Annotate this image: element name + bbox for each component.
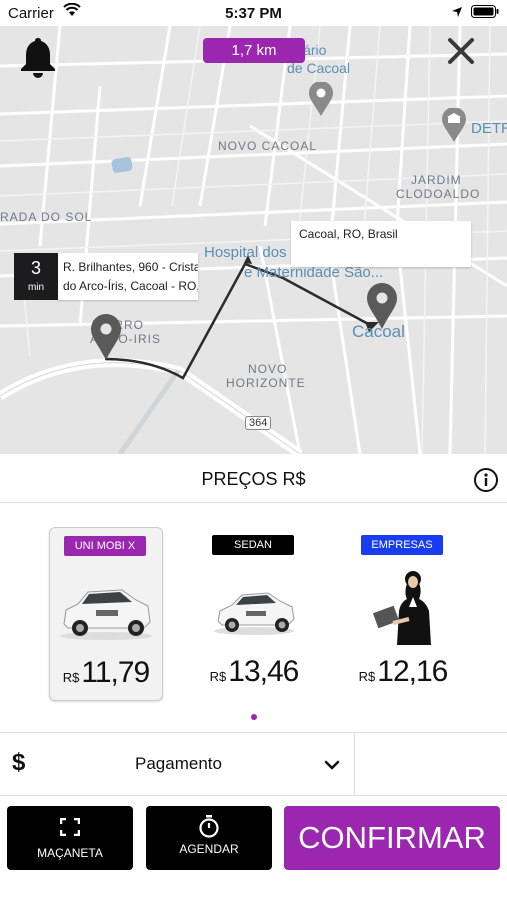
destination-callout[interactable]: Cacoal, RO, Brasil: [291, 221, 471, 267]
dollar-icon: $: [12, 749, 26, 776]
prices-header: PREÇOS R$: [0, 454, 507, 503]
payment-label: Pagamento: [135, 754, 222, 773]
ride-badge: UNI MOBI X: [64, 536, 146, 556]
page-indicator-dot: [251, 714, 257, 720]
ride-price-currency: R$: [209, 669, 227, 684]
map-label-horizonte: HORIZONTE: [226, 376, 306, 390]
poi-pin-icon: [309, 81, 333, 121]
map-label-hospital-1: Hospital dos: [204, 244, 287, 261]
ride-price-currency: R$: [62, 670, 80, 685]
origin-callout[interactable]: R. Brilhantes, 960 - Cristal do Arco-Íri…: [58, 253, 198, 300]
ride-price-amount: 12,16: [377, 655, 448, 688]
battery-icon: [471, 5, 499, 18]
ride-option-card-uni-mobi-x[interactable]: UNI MOBI X R$11,79: [49, 527, 163, 701]
status-indicators: [451, 5, 499, 18]
macaneta-label: MAÇANETA: [37, 846, 103, 860]
close-icon[interactable]: [446, 36, 476, 71]
origin-address-line2: do Arco-Íris, Cacoal - RO,: [63, 279, 198, 293]
ride-price: R$13,46: [198, 655, 310, 689]
ride-price-currency: R$: [358, 669, 376, 684]
chevron-down-icon: [324, 757, 340, 775]
distance-badge: 1,7 km: [203, 38, 305, 63]
hatchback-car-image: [56, 566, 156, 646]
ride-price: R$12,16: [347, 655, 459, 689]
sedan-car-image: [204, 565, 304, 645]
map-label-novo-cacoal: NOVO CACOAL: [218, 139, 318, 153]
highway-shield: 364: [245, 416, 272, 430]
map-label-novo: NOVO: [248, 362, 288, 376]
eta-value: 3: [30, 258, 41, 278]
map-label-estrada: RADA DO SOL: [0, 210, 93, 224]
ride-option-card-empresas[interactable]: EMPRESAS R$12,16: [347, 527, 459, 699]
ride-option-card-sedan[interactable]: SEDAN R$13,46: [198, 527, 310, 699]
ride-price-amount: 13,46: [228, 655, 299, 688]
ride-price-amount: 11,79: [81, 656, 150, 689]
payment-select[interactable]: $ Pagamento: [0, 733, 354, 795]
info-icon[interactable]: [473, 467, 499, 498]
location-arrow-icon: [452, 6, 462, 17]
eta-unit: min: [27, 282, 45, 293]
business-woman-laptop-image: [353, 565, 453, 645]
destination-pin-icon[interactable]: [367, 283, 397, 334]
ride-badge: SEDAN: [212, 535, 294, 555]
origin-address-line1: R. Brilhantes, 960 - Cristal: [63, 260, 198, 274]
confirm-button[interactable]: CONFIRMAR: [284, 806, 500, 870]
status-bar: Carrier 5:37 PM: [0, 0, 507, 26]
map-label-jardim: JARDIM: [411, 173, 462, 187]
bell-icon[interactable]: [20, 36, 56, 83]
payment-row: $ Pagamento: [0, 732, 507, 796]
payment-extra-field[interactable]: [355, 733, 507, 795]
macaneta-button[interactable]: MAÇANETA: [7, 806, 133, 870]
ride-price: R$11,79: [50, 656, 162, 690]
stopwatch-icon: [146, 814, 272, 843]
agendar-button[interactable]: AGENDAR: [146, 806, 272, 870]
eta-box: 3 min: [14, 253, 58, 300]
route-map[interactable]: iário de Cacoal NOVO CACOAL JARDIM CLODO…: [0, 26, 507, 454]
expand-frame-icon: [7, 817, 133, 841]
agendar-label: AGENDAR: [179, 842, 239, 856]
origin-pin-icon[interactable]: [91, 314, 121, 365]
prices-title: PREÇOS R$: [201, 469, 306, 489]
map-label-clodoaldo: CLODOALDO: [396, 187, 481, 201]
ride-badge: EMPRESAS: [361, 535, 443, 555]
map-label-detr: DETR: [471, 120, 507, 137]
government-poi-icon: [442, 107, 466, 147]
status-time: 5:37 PM: [225, 5, 282, 22]
